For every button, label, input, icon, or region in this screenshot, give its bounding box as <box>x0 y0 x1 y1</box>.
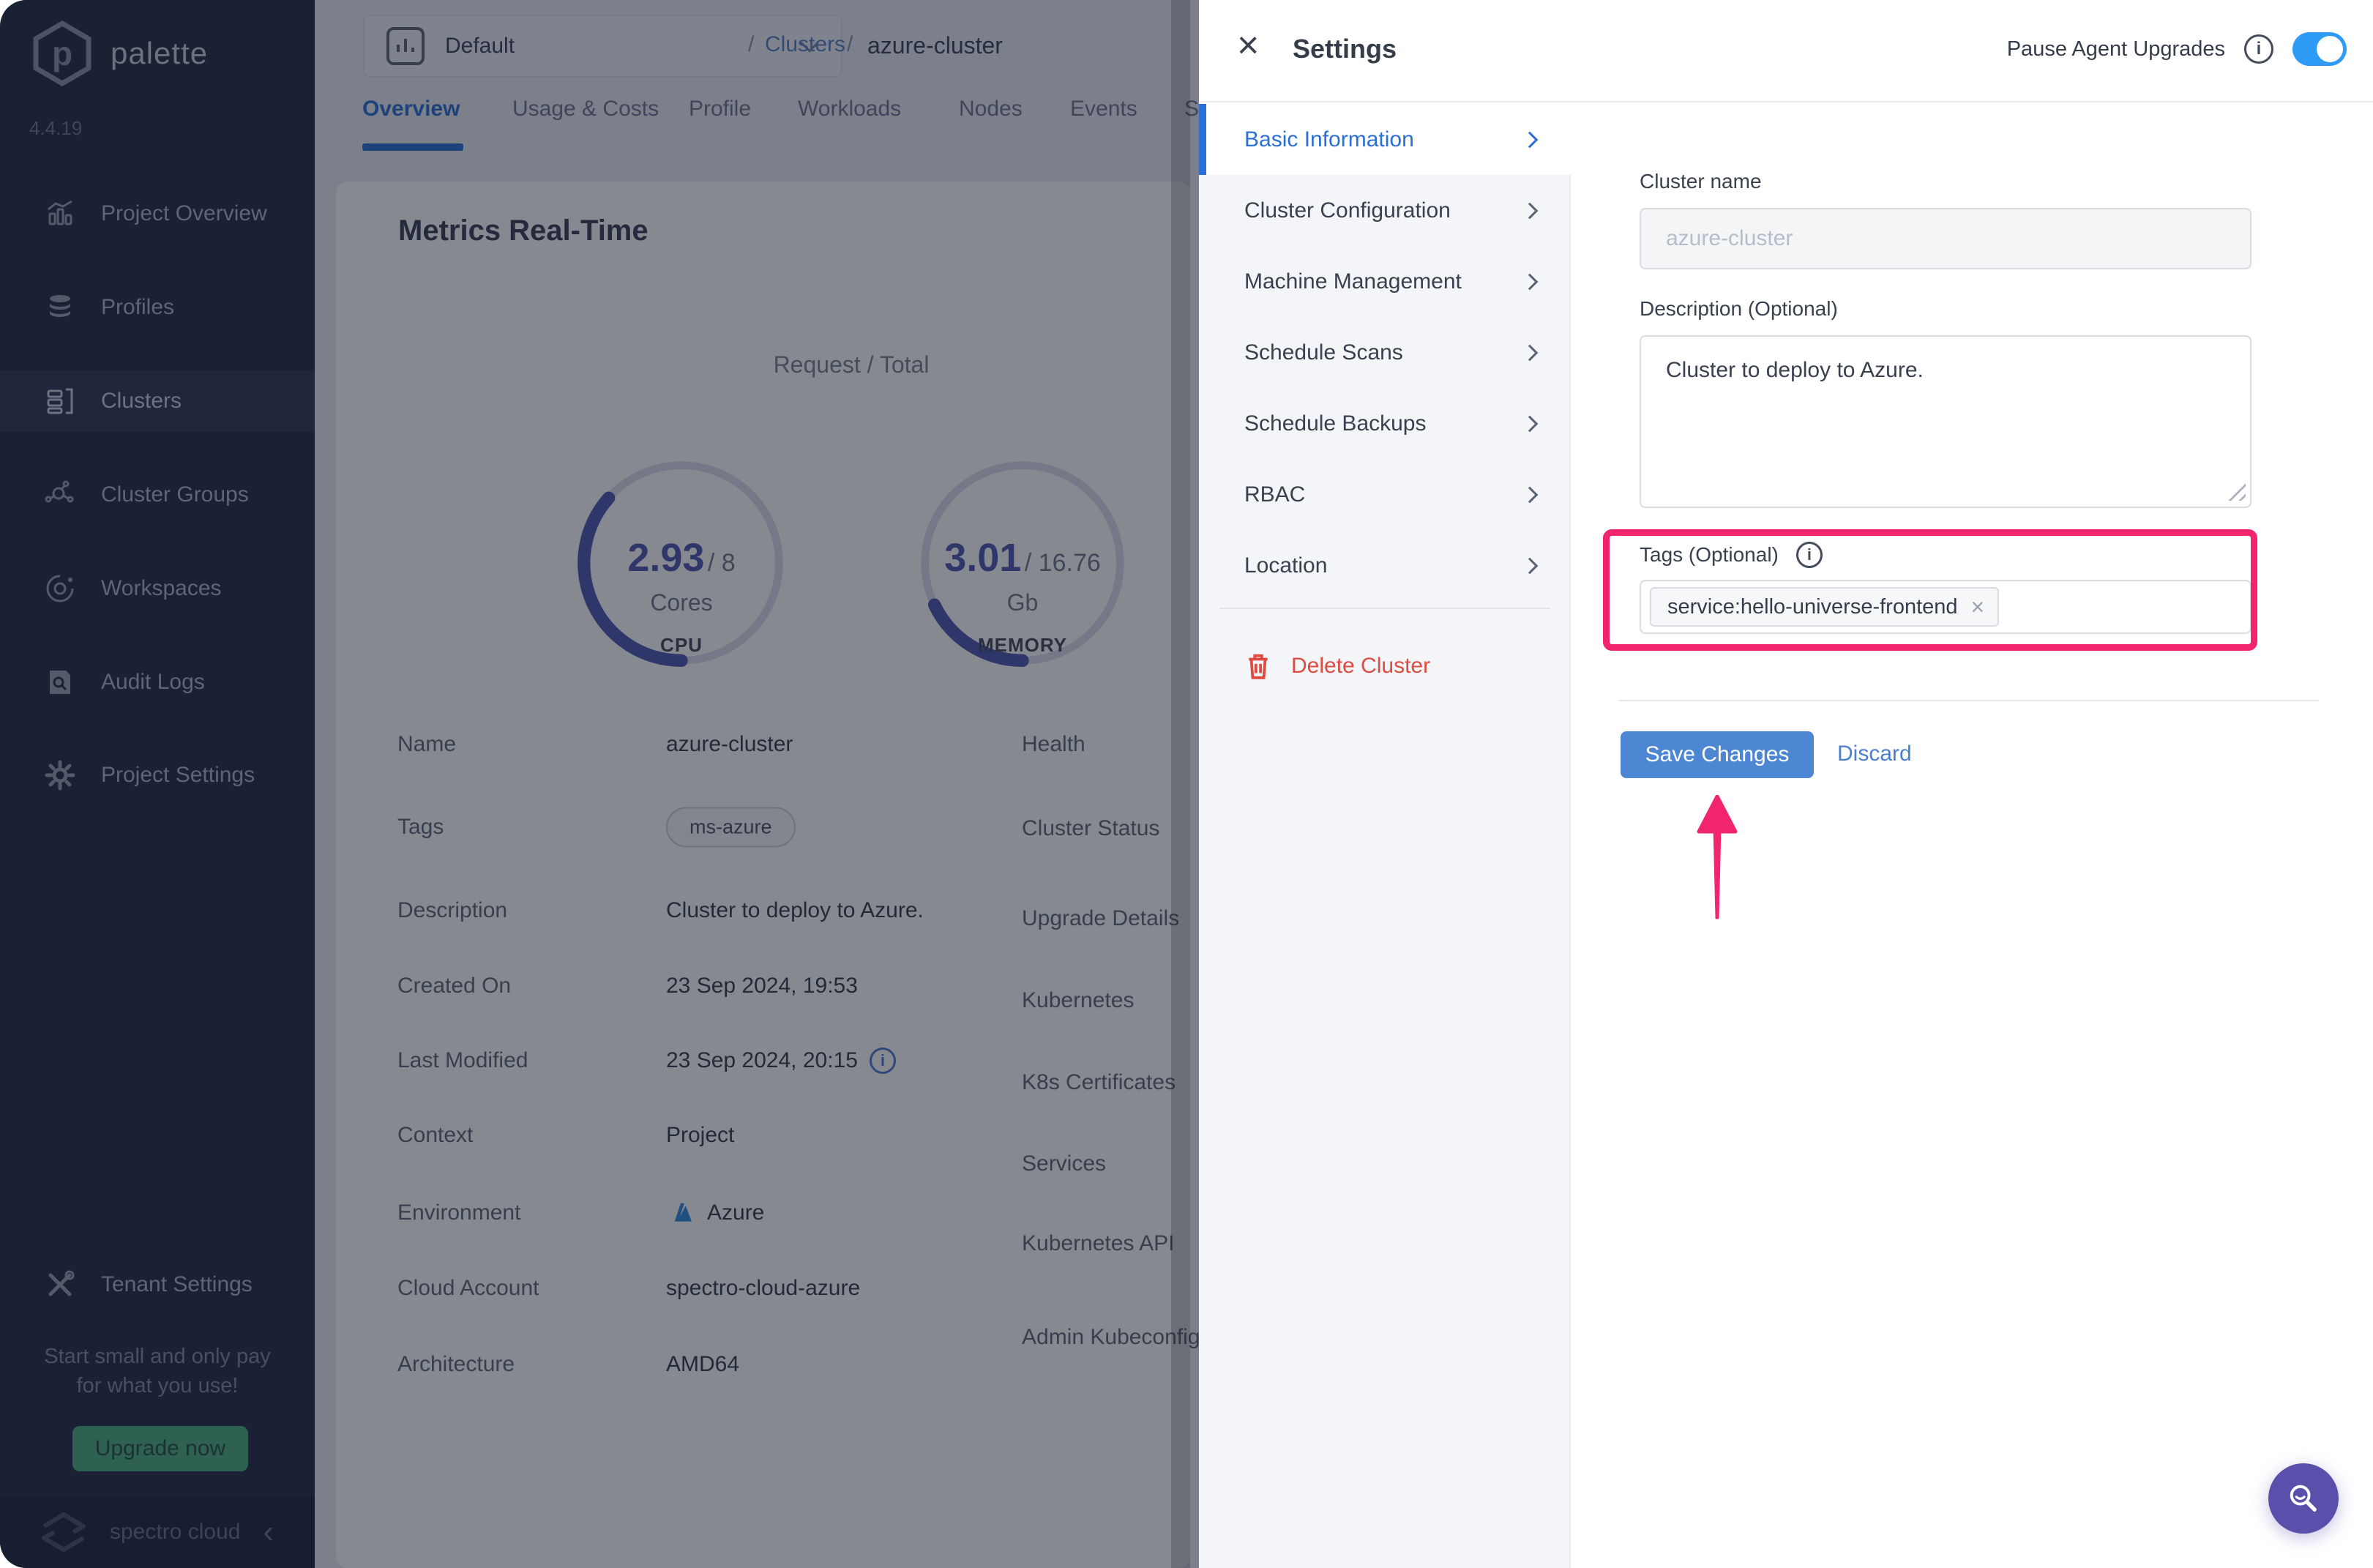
tags-input[interactable]: service:hello-universe-frontend × <box>1640 580 2251 634</box>
discard-link[interactable]: Discard <box>1837 742 1912 766</box>
settings-nav: Basic Information Cluster Configuration … <box>1199 104 1571 1568</box>
cluster-name-input[interactable] <box>1640 208 2251 269</box>
chevron-right-icon <box>1521 131 1539 148</box>
drawer-title: Settings <box>1293 34 1397 64</box>
search-magnifier-icon <box>2290 1485 2317 1512</box>
chevron-right-icon <box>1521 273 1539 290</box>
drawer-header: × Settings Pause Agent Upgrades i <box>1199 0 2373 102</box>
description-textarea[interactable]: Cluster to deploy to Azure. <box>1640 335 2251 508</box>
tags-label: Tags (Optional) <box>1640 543 1779 566</box>
close-icon[interactable]: × <box>1237 26 1259 64</box>
save-changes-button[interactable]: Save Changes <box>1621 731 1814 778</box>
chevron-right-icon <box>1521 486 1539 503</box>
settings-nav-rbac[interactable]: RBAC <box>1199 459 1571 530</box>
workspace: p palette 4.4.19 Project Overview Profil… <box>0 0 1199 1568</box>
trash-icon <box>1249 654 1268 679</box>
tag-chip: service:hello-universe-frontend × <box>1650 587 2000 627</box>
modal-backdrop[interactable] <box>0 0 1199 1568</box>
cluster-name-label: Cluster name <box>1640 170 1762 193</box>
chevron-right-icon <box>1521 344 1539 361</box>
pause-agent-upgrades-toggle[interactable] <box>2292 32 2347 66</box>
chevron-right-icon <box>1521 415 1539 432</box>
toggle-knob <box>2317 36 2343 62</box>
divider <box>1219 608 1550 609</box>
divider <box>1619 700 2319 701</box>
chevron-right-icon <box>1521 557 1539 574</box>
settings-drawer: × Settings Pause Agent Upgrades i Basic … <box>1199 0 2373 1568</box>
tag-remove-icon[interactable]: × <box>1971 595 1985 619</box>
settings-nav-cluster-configuration[interactable]: Cluster Configuration <box>1199 175 1571 246</box>
settings-nav-schedule-scans[interactable]: Schedule Scans <box>1199 317 1571 388</box>
settings-nav-schedule-backups[interactable]: Schedule Backups <box>1199 388 1571 459</box>
app-window: p palette 4.4.19 Project Overview Profil… <box>0 0 2373 1568</box>
info-icon[interactable]: i <box>1795 542 1823 568</box>
settings-nav-machine-management[interactable]: Machine Management <box>1199 246 1571 317</box>
description-label: Description (Optional) <box>1640 297 1838 320</box>
arrow-annotation <box>1697 795 1738 919</box>
settings-nav-location[interactable]: Location <box>1199 530 1571 601</box>
chevron-right-icon <box>1521 202 1539 219</box>
tags-label-row: Tags (Optional) i <box>1640 542 1823 568</box>
search-fab-button[interactable] <box>2268 1463 2339 1534</box>
info-icon[interactable]: i <box>2244 34 2273 64</box>
pause-agent-upgrades-row: Pause Agent Upgrades i <box>2007 32 2347 66</box>
tag-chip-label: service:hello-universe-frontend <box>1667 594 1958 619</box>
settings-nav-basic-information[interactable]: Basic Information <box>1199 104 1571 175</box>
delete-cluster-button[interactable]: Delete Cluster <box>1199 632 1571 700</box>
pause-agent-upgrades-label: Pause Agent Upgrades <box>2006 37 2225 61</box>
